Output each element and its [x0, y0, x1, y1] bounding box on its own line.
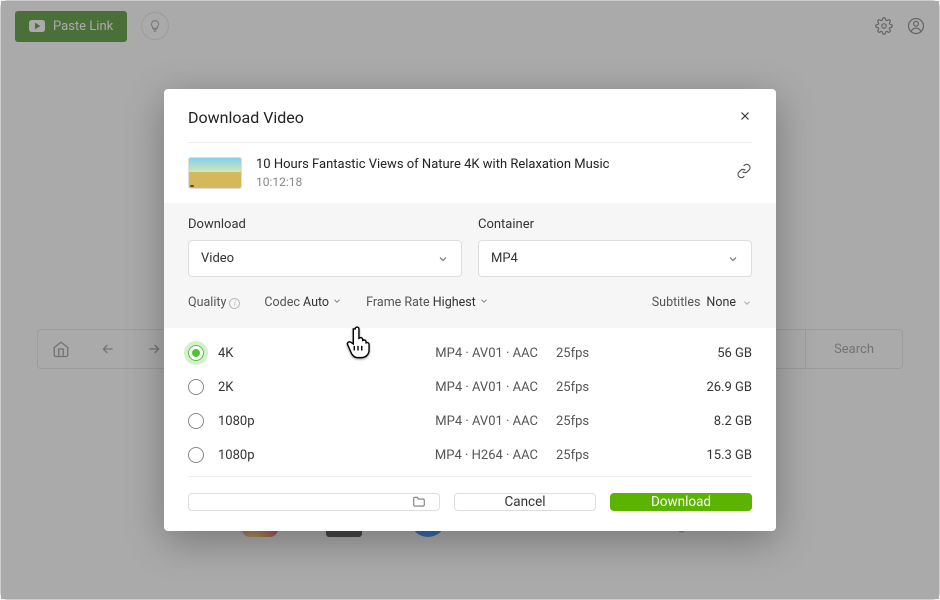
quality-row[interactable]: 1080p MP4 · H264 · AAC 25fps 15.3 GB	[188, 438, 752, 472]
quality-resolution: 4K	[218, 346, 404, 361]
chevron-down-icon	[437, 253, 449, 265]
quality-fps: 25fps	[538, 414, 633, 429]
container-select[interactable]: MP4	[478, 240, 752, 277]
download-type-value: Video	[201, 251, 234, 266]
quality-fps: 25fps	[538, 380, 633, 395]
modal-title: Download Video	[188, 108, 304, 127]
modal-overlay: Download Video 10 Hours Fantastic Views …	[1, 1, 939, 599]
download-type-select[interactable]: Video	[188, 240, 462, 277]
video-title: 10 Hours Fantastic Views of Nature 4K wi…	[256, 157, 722, 172]
quality-radio[interactable]	[188, 447, 204, 463]
chevron-down-icon	[727, 253, 739, 265]
quality-row[interactable]: 2K MP4 · AV01 · AAC 25fps 26.9 GB	[188, 370, 752, 404]
quality-radio[interactable]	[188, 413, 204, 429]
quality-codec: MP4 · AV01 · AAC	[404, 380, 538, 395]
codec-select[interactable]: Codec Auto	[264, 295, 342, 310]
download-type-label: Download	[188, 217, 462, 232]
video-duration: 10:12:18	[256, 175, 722, 189]
quality-label: Qualityi	[188, 295, 240, 310]
close-icon	[738, 109, 752, 123]
quality-codec: MP4 · AV01 · AAC	[404, 346, 538, 361]
copy-link-button[interactable]	[736, 163, 752, 183]
save-path-input[interactable]	[188, 493, 440, 511]
quality-radio[interactable]	[188, 379, 204, 395]
options-panel: Download Video Container MP4 Qualityi	[164, 203, 776, 328]
quality-size: 15.3 GB	[633, 448, 752, 463]
close-button[interactable]	[738, 107, 752, 128]
quality-size: 8.2 GB	[633, 414, 752, 429]
video-thumbnail	[188, 157, 242, 189]
quality-resolution: 2K	[218, 380, 404, 395]
modal-footer: Cancel Download	[164, 477, 776, 531]
quality-row[interactable]: 1080p MP4 · AV01 · AAC 25fps 8.2 GB	[188, 404, 752, 438]
link-icon	[736, 163, 752, 179]
download-button[interactable]: Download	[610, 493, 752, 511]
quality-row[interactable]: 4K MP4 · AV01 · AAC 25fps 56 GB	[188, 336, 752, 370]
chevron-down-icon	[332, 296, 342, 306]
modal-header: Download Video	[164, 89, 776, 142]
chevron-down-icon	[479, 296, 489, 306]
quality-fps: 25fps	[538, 448, 633, 463]
container-label: Container	[478, 217, 752, 232]
quality-fps: 25fps	[538, 346, 633, 361]
quality-radio[interactable]	[188, 345, 204, 361]
download-video-modal: Download Video 10 Hours Fantastic Views …	[164, 89, 776, 531]
quality-resolution: 1080p	[218, 448, 404, 463]
quality-codec: MP4 · AV01 · AAC	[404, 414, 538, 429]
framerate-select[interactable]: Frame Rate Highest	[366, 295, 489, 310]
quality-codec: MP4 · H264 · AAC	[404, 448, 538, 463]
quality-list: 4K MP4 · AV01 · AAC 25fps 56 GB 2K MP4 ·…	[164, 328, 776, 476]
info-icon[interactable]: i	[229, 298, 240, 309]
subtitles-select[interactable]: Subtitles None	[652, 295, 752, 310]
quality-size: 56 GB	[633, 346, 752, 361]
cancel-button[interactable]: Cancel	[454, 493, 596, 511]
folder-icon	[411, 495, 427, 509]
container-value: MP4	[491, 251, 518, 266]
video-meta: 10 Hours Fantastic Views of Nature 4K wi…	[256, 157, 722, 189]
quality-resolution: 1080p	[218, 414, 404, 429]
video-info-row: 10 Hours Fantastic Views of Nature 4K wi…	[164, 143, 776, 203]
filter-row: Qualityi Codec Auto Frame Rate Highest S…	[188, 295, 752, 310]
quality-size: 26.9 GB	[633, 380, 752, 395]
chevron-down-icon	[742, 298, 752, 308]
